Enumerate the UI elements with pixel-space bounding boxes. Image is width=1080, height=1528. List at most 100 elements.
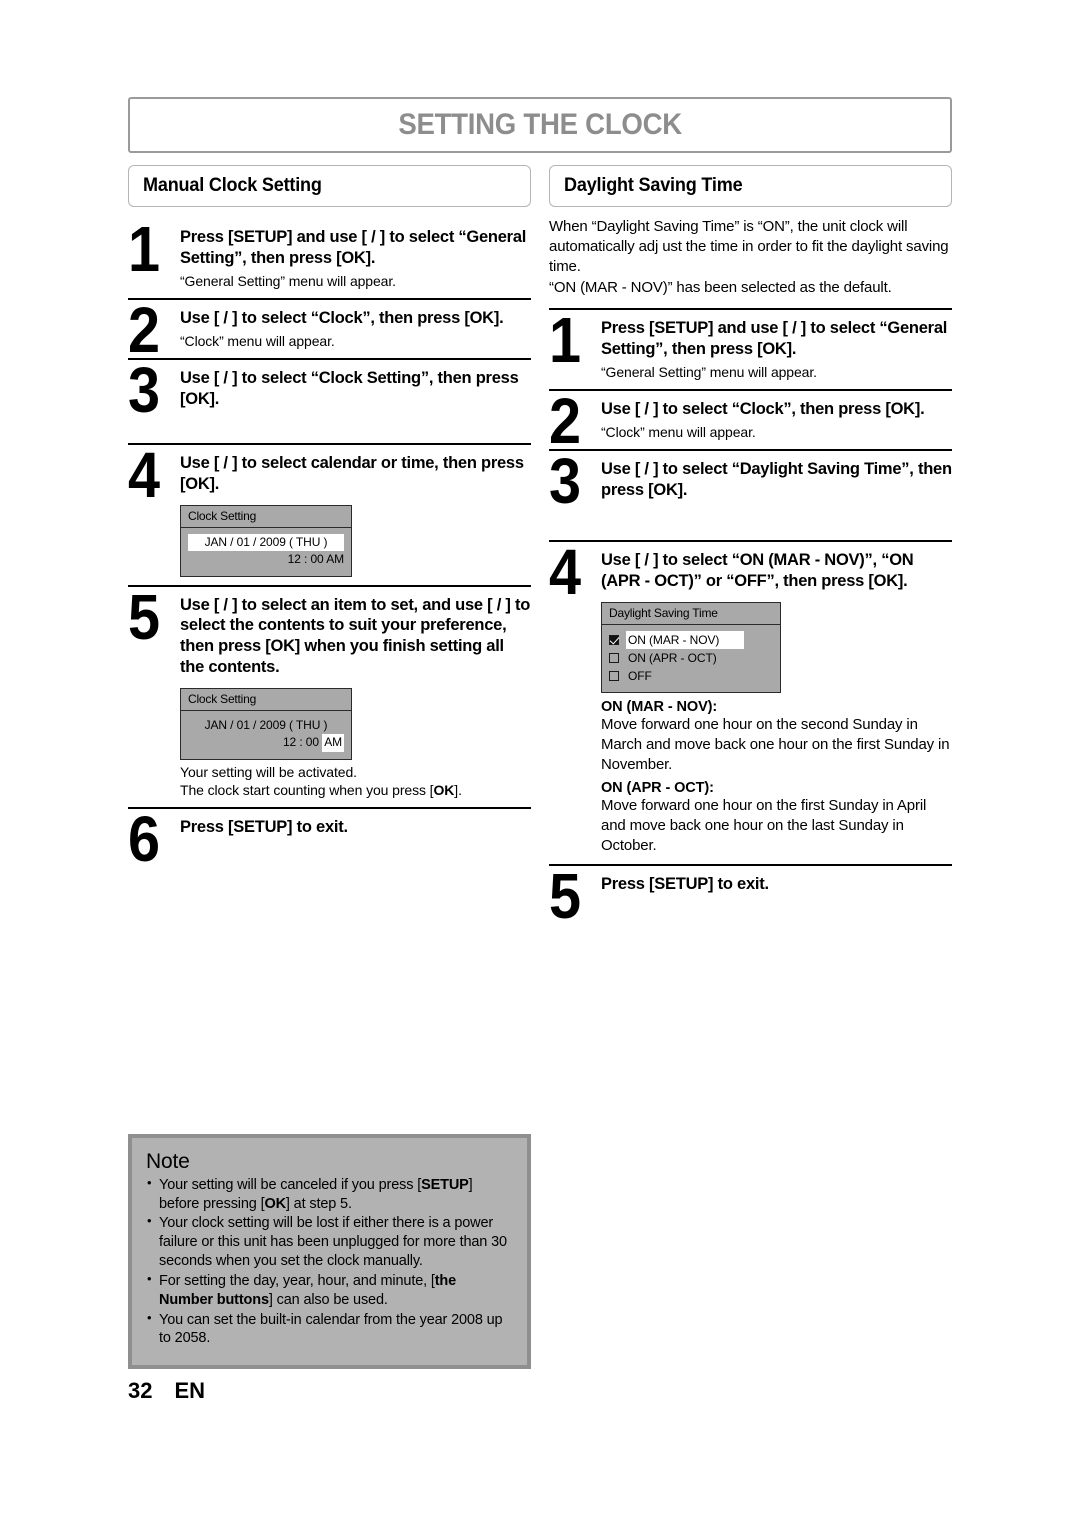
step-note-text: The clock start counting when you press … [180,781,434,798]
step-item: 1 Press [SETUP] and use [ / ] to select … [549,308,952,389]
checkbox-checked-icon[interactable] [609,635,619,646]
step-note-line1: Your setting will be activated. [180,763,357,780]
dst-intro-paragraph-1: When “Daylight Saving Time” is “ON”, the… [549,218,949,275]
step-instruction: Use [ / ] to select “Daylight Saving Tim… [601,459,952,499]
step-number: 5 [128,580,160,653]
osd-title: Daylight Saving Time [602,603,780,626]
note-text: For setting the day, year, hour, and min… [159,1272,435,1289]
note-text: Your clock setting will be lost if eithe… [159,1215,507,1270]
step-note: “Clock” menu will appear. [180,332,335,349]
step-number: 4 [128,439,160,512]
content-columns: Manual Clock Setting 1 Press [SETUP] and… [128,165,952,1370]
osd-option-row[interactable]: OFF [609,667,773,685]
checkbox-icon[interactable] [609,653,619,664]
note-text: Your setting will be canceled if you pre… [159,1176,422,1193]
osd-option-label: ON (APR - OCT) [628,651,717,666]
ok-button-ref: OK [433,781,455,798]
step-number: 6 [128,802,160,875]
step-number: 2 [128,293,160,366]
note-text: ] at step 5. [285,1195,352,1212]
osd-clock-setting-step4: Clock Setting JAN / 01 / 2009 ( THU ) 12… [180,504,352,577]
note-item: Your clock setting will be lost if eithe… [146,1213,513,1271]
step-content: Use [ / ] to select an item to set, and … [180,589,531,807]
note-list: Your setting will be canceled if you pre… [146,1175,513,1349]
osd-body: ON (MAR - NOV) ON (APR - OCT) OFF [602,625,780,692]
step-content: Press [SETUP] to exit. [180,811,531,896]
note-title: Note [146,1149,190,1173]
step-item: 6 Press [SETUP] to exit. [128,802,531,896]
section-header-daylight-saving-time: Daylight Saving Time [549,165,952,207]
osd-body: JAN / 01 / 2009 ( THU ) 12 : 00 AM [181,711,351,759]
page-language: EN [174,1378,206,1403]
osd-clock-setting-step5: Clock Setting JAN / 01 / 2009 ( THU ) 12… [180,687,352,760]
step-number: 3 [128,353,160,426]
osd-option-row[interactable]: ON (MAR - NOV) [609,631,773,650]
step-item: 5 Press [SETUP] to exit. [549,863,952,953]
osd-date-value: JAN / 01 / 2009 ( THU ) [188,533,344,552]
dst-intro-paragraph-2: “ON (MAR - NOV)” has been selected as th… [549,279,892,297]
step-content: Use [ / ] to select “Clock”, then press … [180,302,531,358]
step-content: Press [SETUP] and use [ / ] to select “G… [601,312,952,389]
step-item: 4 Use [ / ] to select “ON (MAR - NOV)”, … [549,540,952,863]
note-text: You can set the built-in calendar from t… [159,1311,503,1347]
note-item: Your setting will be canceled if you pre… [146,1175,513,1214]
osd-meridiem-value: AM [322,734,344,752]
step-number: 4 [549,536,581,609]
step-number: 2 [549,384,581,457]
page-title-box: SETTING THE CLOCK [128,97,952,153]
step-instruction: Use [ / ] to select “ON (MAR - NOV)”, “O… [601,551,914,591]
step-instruction: Press [SETUP] to exit. [601,874,769,893]
osd-title: Clock Setting [181,689,351,711]
setup-button-ref: SETUP [421,1176,469,1193]
left-column: Manual Clock Setting 1 Press [SETUP] and… [128,165,531,1370]
note-item: You can set the built-in calendar from t… [146,1310,513,1349]
step-instruction: Press [SETUP] and use [ / ] to select “G… [601,319,948,358]
osd-option-label: OFF [628,669,652,684]
osd-daylight-saving-time: Daylight Saving Time ON (MAR - NOV) ON (… [601,602,781,694]
osd-time-row: 12 : 00 AM [188,734,344,752]
description-heading: ON (MAR - NOV): [601,699,718,716]
osd-option-row[interactable]: ON (APR - OCT) [609,649,773,667]
osd-date-row: JAN / 01 / 2009 ( THU ) [188,717,344,734]
description-text: Move forward one hour on the second Sund… [601,716,950,773]
step-item: 2 Use [ / ] to select “Clock”, then pres… [128,293,531,366]
description-heading: ON (APR - OCT): [601,780,714,797]
step-item: 3 Use [ / ] to select “Daylight Saving T… [549,444,952,541]
step-instruction: Press [SETUP] and use [ / ] to select “G… [180,228,527,267]
page-title: SETTING THE CLOCK [398,108,682,141]
step-instruction: Use [ / ] to select an item to set, and … [180,595,531,676]
osd-time-value: 12 : 00 AM [287,552,344,567]
osd-option-label: ON (MAR - NOV) [626,631,744,650]
step-item: 2 Use [ / ] to select “Clock”, then pres… [549,384,952,457]
step-item: 1 Press [SETUP] and use [ / ] to select … [128,217,531,298]
step-content: Use [ / ] to select “ON (MAR - NOV)”, “O… [601,544,952,863]
section-title-right: Daylight Saving Time [564,175,743,196]
step-note-line2: The clock start counting when you press … [180,781,531,799]
step-content: Use [ / ] to select calendar or time, th… [180,447,531,584]
step-item: 3 Use [ / ] to select “Clock Setting”, t… [128,353,531,444]
step-item: 5 Use [ / ] to select an item to set, an… [128,585,531,807]
step-number: 1 [549,304,581,377]
step-instruction: Use [ / ] to select calendar or time, th… [180,454,524,494]
step-content: Use [ / ] to select “Daylight Saving Tim… [601,453,952,541]
section-title-left: Manual Clock Setting [143,175,322,196]
note-item: For setting the day, year, hour, and min… [146,1271,513,1310]
step-content: Press [SETUP] to exit. [601,868,952,953]
osd-time-value: 12 : 00 [282,735,323,750]
osd-date-row: JAN / 01 / 2009 ( THU ) [188,533,344,552]
osd-body: JAN / 01 / 2009 ( THU ) 12 : 00 AM [181,528,351,576]
ok-button-ref: OK [264,1195,286,1212]
step-content: Press [SETUP] and use [ / ] to select “G… [180,221,531,298]
checkbox-icon[interactable] [609,671,619,682]
manual-page: SETTING THE CLOCK Manual Clock Setting 1… [128,97,952,1370]
page-number: 32 [128,1378,153,1403]
osd-date-value: JAN / 01 / 2009 ( THU ) [204,717,328,732]
step-content: Use [ / ] to select “Clock Setting”, the… [180,362,531,444]
description-text: Move forward one hour on the first Sunda… [601,797,927,855]
note-box: Note Your setting will be canceled if yo… [128,1133,531,1370]
step-content: Use [ / ] to select “Clock”, then press … [601,393,952,449]
osd-title: Clock Setting [181,506,351,528]
step-number: 3 [549,444,581,517]
step-instruction: Use [ / ] to select “Clock Setting”, the… [180,368,519,408]
step-instruction: Use [ / ] to select “Clock”, then press … [180,308,504,327]
